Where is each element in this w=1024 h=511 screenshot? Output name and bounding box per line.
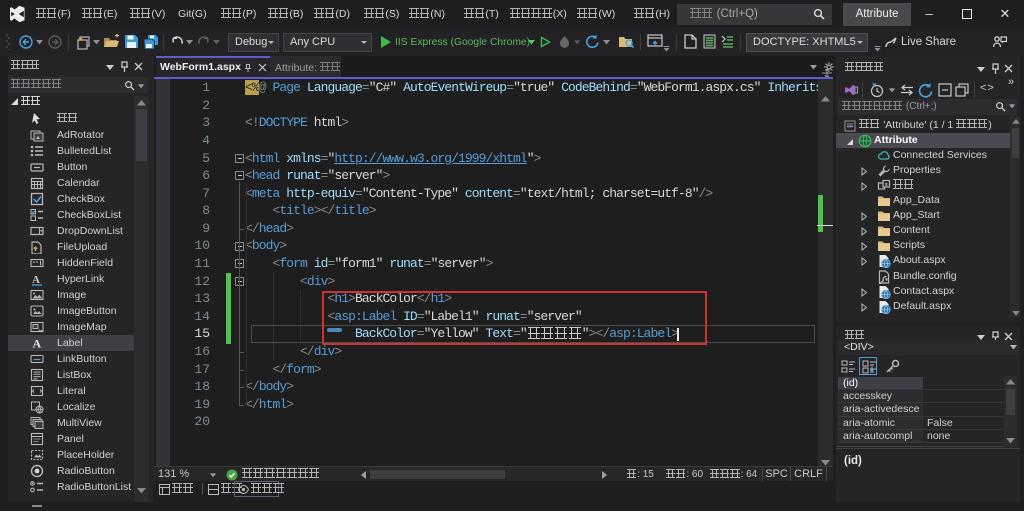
svg-text:A: A (32, 274, 40, 286)
svg-text:A: A (33, 336, 42, 350)
